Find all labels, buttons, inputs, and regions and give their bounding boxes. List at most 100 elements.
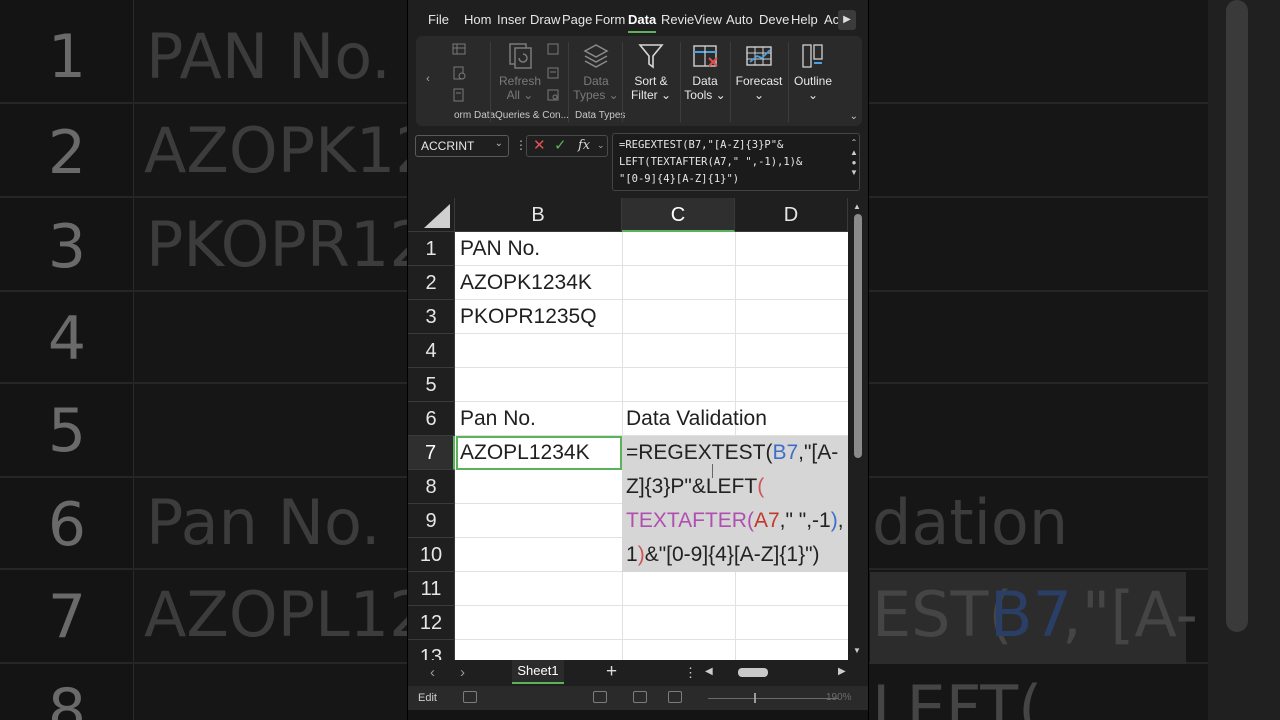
name-box-value: ACCRINT	[421, 139, 475, 153]
worksheet-grid[interactable]: B C D 1 2 3 4 5 6 7 8 9 10 11 12 13 PAN …	[408, 198, 848, 660]
ribbon-data: ‹ orm Data Refresh All ⌄ Queries & Con..…	[416, 36, 862, 126]
refresh-icon	[509, 43, 532, 69]
tab-file[interactable]: File	[428, 12, 449, 27]
row-header[interactable]: 6	[408, 402, 455, 436]
chevron-right-icon[interactable]: ▶	[838, 10, 856, 30]
table-icon[interactable]	[452, 42, 466, 56]
row-header[interactable]: 1	[408, 232, 455, 266]
reference-a7: A7	[753, 509, 780, 532]
row-header[interactable]: 10	[408, 538, 455, 572]
formula-input[interactable]: =REGEXTEST(B7,"[A-Z]{3}P"& LEFT(TEXTAFTER…	[612, 133, 860, 191]
gridline	[455, 639, 848, 640]
column-header-c[interactable]: C	[622, 198, 735, 232]
edit-paren: )	[637, 543, 645, 566]
cell-b1[interactable]: PAN No.	[456, 232, 540, 266]
formula-bar-scroller[interactable]: ⌃ ▲ ● ▼	[849, 138, 859, 178]
tab-automate[interactable]: Auto	[726, 12, 753, 27]
forecast-button[interactable]: Forecast ⌄	[732, 42, 786, 102]
outline-label-1: Outline	[793, 74, 833, 88]
insert-function-icon[interactable]: fx	[578, 138, 590, 153]
sheet-tab-bar: ‹ › Sheet1 + ⋮ ◀ ▶	[408, 660, 868, 686]
status-bar: Edit 190%	[408, 686, 868, 710]
row-header[interactable]: 4	[408, 334, 455, 368]
row-header[interactable]: 9	[408, 504, 455, 538]
tab-help[interactable]: Help	[791, 12, 818, 27]
cell-b2[interactable]: AZOPK1234K	[456, 266, 592, 300]
tab-page-layout[interactable]: Page	[562, 12, 592, 27]
name-box[interactable]: ACCRINT ⌄	[415, 135, 509, 157]
tab-review[interactable]: Revie	[661, 12, 694, 27]
edit-line-3: TEXTAFTER(A7," ",-1),	[626, 504, 844, 538]
properties-icon[interactable]	[546, 66, 560, 80]
next-sheet-icon[interactable]: ›	[460, 664, 465, 681]
background-scrollbar	[1226, 0, 1248, 632]
tab-view[interactable]: View	[694, 12, 722, 27]
cell-c6[interactable]: Data Validation	[622, 402, 767, 436]
tab-acrobat[interactable]: Ac	[824, 12, 839, 27]
outline-button[interactable]: Outline ⌄	[790, 42, 836, 102]
chevron-down-icon[interactable]: ⌄	[597, 140, 605, 151]
zoom-level[interactable]: 190%	[826, 692, 852, 703]
scroll-down-icon[interactable]: ▼	[853, 646, 861, 655]
data-tools-button[interactable]: Data Tools ⌄	[682, 42, 728, 102]
background-text: ,"[A-	[1062, 578, 1198, 651]
edit-links-icon[interactable]	[546, 88, 560, 102]
tab-developer[interactable]: Deve	[759, 12, 789, 27]
row-header[interactable]: 5	[408, 368, 455, 402]
refresh-all-button[interactable]: Refresh All ⌄	[498, 42, 542, 102]
edit-function: TEXTAFTER	[626, 509, 747, 532]
cell-b3[interactable]: PKOPR1235Q	[456, 300, 597, 334]
row-header-selected[interactable]: 7	[408, 436, 455, 470]
cancel-icon[interactable]: ✕	[533, 136, 546, 154]
select-all-button[interactable]	[408, 198, 455, 232]
prev-sheet-icon[interactable]: ‹	[430, 664, 435, 681]
tab-formulas[interactable]: Form	[595, 12, 625, 27]
sheet-tab-sheet1[interactable]: Sheet1	[512, 660, 564, 684]
edit-text: Z]{3}P"&LEFT	[626, 475, 758, 498]
background-text: PAN No.	[146, 20, 391, 93]
more-options-icon[interactable]: ⋮	[684, 665, 697, 681]
tab-data[interactable]: Data	[628, 12, 656, 27]
row-header[interactable]: 2	[408, 266, 455, 300]
horizontal-scrollbar-thumb[interactable]	[738, 668, 768, 677]
scrollbar-thumb[interactable]	[854, 214, 862, 458]
sort-filter-button[interactable]: Sort & Filter ⌄	[626, 42, 676, 102]
tab-draw[interactable]: Draw	[530, 12, 560, 27]
background-text: PKOPR12	[146, 208, 429, 281]
background-row-number: 7	[47, 582, 87, 652]
normal-view-icon[interactable]	[593, 691, 607, 703]
scroll-up-icon[interactable]: ▲	[853, 202, 861, 211]
cell-b6[interactable]: Pan No.	[456, 402, 536, 436]
zoom-slider[interactable]	[708, 698, 838, 699]
recent-sources-icon[interactable]	[452, 66, 466, 80]
enter-icon[interactable]: ✓	[554, 136, 567, 154]
data-tools-icon	[693, 45, 718, 67]
edit-paren: (	[746, 509, 754, 532]
accessibility-icon[interactable]	[463, 691, 477, 703]
page-layout-view-icon[interactable]	[633, 691, 647, 703]
scroll-left-icon[interactable]: ◀	[705, 666, 713, 677]
column-header-b[interactable]: B	[455, 198, 622, 232]
tab-insert[interactable]: Inser	[497, 12, 526, 27]
group-label-get-data: orm Data	[454, 110, 496, 121]
page-break-view-icon[interactable]	[668, 691, 682, 703]
queries-connections-icon[interactable]	[546, 42, 560, 56]
row-header[interactable]: 11	[408, 572, 455, 606]
tab-home[interactable]: Hom	[464, 12, 491, 27]
row-header[interactable]: 12	[408, 606, 455, 640]
row-header[interactable]: 3	[408, 300, 455, 334]
cell-b7[interactable]: AZOPL1234K	[456, 436, 590, 470]
chevron-down-icon[interactable]: ⌄	[495, 138, 503, 149]
forecast-label-2: ⌄	[753, 88, 765, 102]
add-sheet-icon[interactable]: +	[606, 661, 617, 683]
existing-connections-icon[interactable]	[452, 88, 466, 102]
scroll-right-icon[interactable]: ▶	[838, 666, 846, 677]
data-types-button[interactable]: Data Types ⌄	[572, 42, 620, 102]
row-header[interactable]: 8	[408, 470, 455, 504]
collapse-ribbon-icon[interactable]: ⌄	[850, 111, 858, 122]
vertical-scrollbar[interactable]: ▲ ▼	[848, 198, 868, 660]
zoom-slider-thumb[interactable]	[754, 693, 756, 703]
column-header-d[interactable]: D	[735, 198, 848, 232]
chevron-left-icon[interactable]: ‹	[418, 36, 438, 126]
row-header[interactable]: 13	[408, 640, 455, 660]
